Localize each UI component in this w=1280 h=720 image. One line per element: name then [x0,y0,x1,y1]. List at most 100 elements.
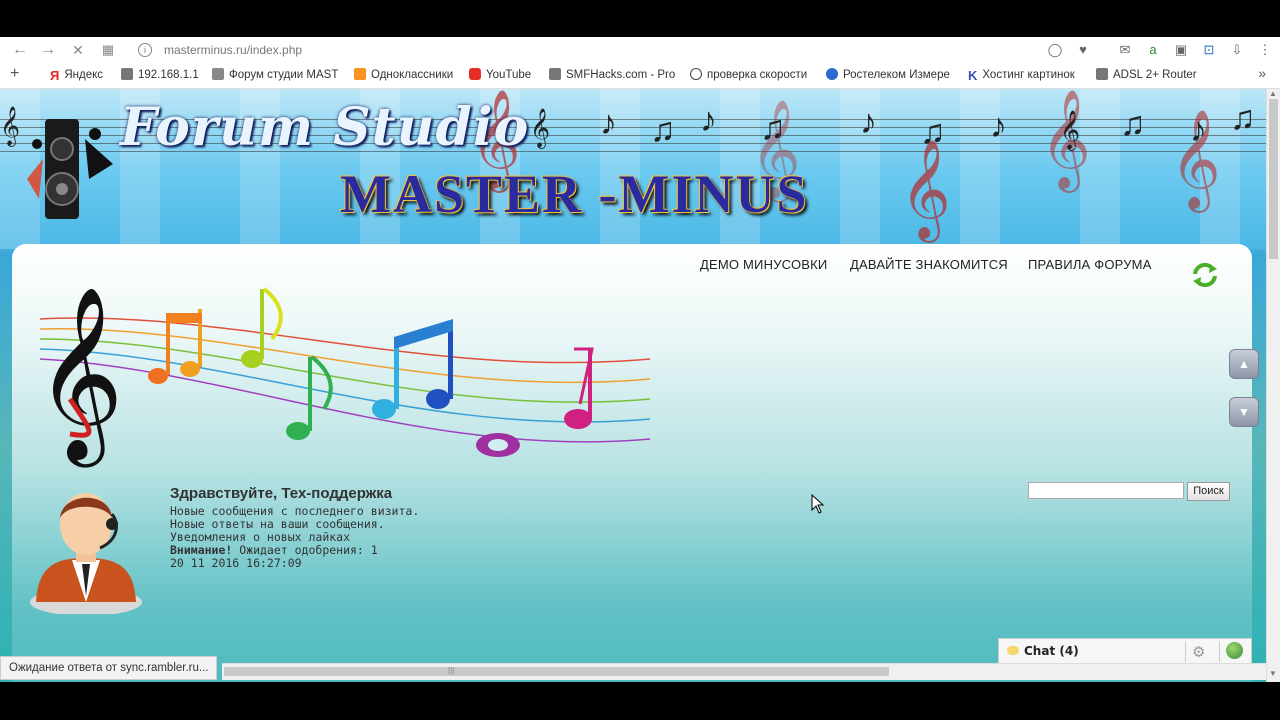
chat-bubble-icon [1007,646,1019,655]
bookmark-item[interactable]: 192.168.1.1 [121,63,199,88]
rostelecom-icon [826,68,838,80]
music-note-icon: ♫ [1230,99,1256,137]
extension-icons: ◯ ♥ ✉ a ▣ ⊡ ⇩ ⋮ [1046,37,1280,63]
grid-icon[interactable]: ▦ [98,40,118,60]
nav-demo-link[interactable]: ДЕМО МИНУСОВКИ [700,257,827,272]
shield-icon[interactable]: ◯ [1046,42,1064,58]
bookmark-item[interactable]: Я Яндекс [50,63,103,88]
search-button[interactable]: Поиск [1187,482,1230,501]
music-note-icon: ♪ [990,107,1007,145]
camera-icon[interactable]: ▣ [1172,42,1190,58]
info-icon[interactable]: i [138,43,152,57]
plus-icon[interactable]: + [10,65,19,83]
bookmark-label: Форум студии MAST [229,69,339,81]
address-bar: ← → ✕ ▦ i masterminus.ru/index.php ◯ ♥ ✉… [0,37,1280,64]
bookmark-item[interactable]: SMFHacks.com - Proc [549,63,675,88]
music-note-icon: ♫ [760,109,786,147]
music-note-icon: ♪ [600,104,617,142]
nav-meet-link[interactable]: ДАВАЙТЕ ЗНАКОМИТСЯ [850,257,1008,272]
globe-icon[interactable] [1226,642,1243,659]
music-note-icon: ♪ [1190,111,1207,149]
scrollbar-thumb[interactable] [224,667,889,676]
bookmark-label: Хостинг картинок [982,69,1075,81]
close-icon[interactable]: ✕ [68,40,88,60]
music-notes-art: 𝄞 [35,286,651,468]
bookmark-item[interactable]: Форум студии MAST [212,63,340,88]
mouse-cursor-icon [811,494,825,514]
attention-text: Ожидает одобрения: 1 [232,543,378,557]
bookmark-label: SMFHacks.com - Proc [566,69,675,81]
bookmark-item[interactable]: ADSL 2+ Router [1096,63,1197,88]
horizontal-scrollbar[interactable]: ||| [222,663,1266,680]
forward-arrow-icon[interactable]: → [38,40,58,60]
bookmark-label: Одноклассники [371,69,454,81]
brand-title: MASTER -MINUS [340,164,809,224]
bookmark-item[interactable]: K Хостинг картинок [968,63,1075,88]
music-note-icon: ♫ [920,113,946,151]
chat-toggle[interactable]: Chat (4) [1007,639,1079,664]
menu-icon[interactable]: ⋮ [1256,42,1274,58]
bookmark-item[interactable]: проверка скорости [690,63,807,88]
bookmark-label: Ростелеком Измере [843,69,950,81]
bookmark-label: 192.168.1.1 [138,69,199,81]
heart-icon[interactable]: ♥ [1074,42,1092,58]
bookmarks-bar: + Я Яндекс 192.168.1.1 Форум студии MAST … [0,63,1280,89]
bookmark-label: Яндекс [64,69,104,81]
page-viewport: 𝄞 𝄞 𝄞 𝄞 𝄞 𝄞 𝄞 ♪ ♫ ♪ ♫ ♪ ♫ ♪ 𝄞 ♫ ♪ ♫ Foru… [0,89,1266,682]
scrollbar-thumb[interactable] [1269,99,1278,259]
nav-rules-link[interactable]: ПРАВИЛА ФОРУМА [1028,257,1152,272]
divider [1219,641,1220,662]
crop-icon[interactable]: ⊡ [1200,42,1218,58]
yandex-icon: Я [50,68,60,83]
odnoklassniki-icon [354,68,366,80]
page-icon [121,68,133,80]
svg-text:𝄞: 𝄞 [35,286,124,468]
mail-icon[interactable]: ✉ [1116,42,1134,58]
bookmark-item[interactable]: Ростелеком Измере [826,63,952,88]
welcome-heading: Здравствуйте, Тех-поддержка [170,485,393,502]
letterbox-bottom [0,682,1280,720]
translate-icon[interactable]: a [1144,42,1162,58]
speaker-logo [27,119,113,219]
back-arrow-icon[interactable]: ← [10,40,30,60]
scroll-up-button[interactable]: ▲ [1229,349,1259,379]
music-note-icon: ♪ [700,101,717,139]
user-info: Новые сообщения с последнего визита. Нов… [170,505,419,570]
attention-label: Внимание! [170,543,233,557]
bookmark-label: YouTube [486,69,532,81]
refresh-icon[interactable] [1190,260,1220,290]
speedometer-icon [690,68,702,80]
chat-label: Chat (4) [1024,644,1079,658]
divider [1185,641,1186,662]
bookmark-item[interactable]: Одноклассники [354,63,453,88]
forum-title: Forum Studio [120,97,530,158]
youtube-icon [469,68,481,80]
music-note-icon: 𝄞 [530,109,551,147]
grip-icon: ||| [448,666,455,675]
gear-icon[interactable]: ⚙ [1192,643,1205,661]
forum-icon [212,68,224,80]
music-note-icon: ♪ [860,103,877,141]
scroll-up-arrow-icon[interactable]: ▲ [1269,89,1277,98]
page-icon [549,68,561,80]
bookmark-label: проверка скорости [707,69,808,81]
header-banner: 𝄞 𝄞 𝄞 𝄞 𝄞 𝄞 𝄞 ♪ ♫ ♪ ♫ ♪ ♫ ♪ 𝄞 ♫ ♪ ♫ Foru… [0,89,1266,249]
vertical-scrollbar[interactable]: ▲ ▼ [1266,89,1280,682]
chat-bar[interactable]: Chat (4) ⚙ [998,638,1252,665]
avatar [30,493,142,614]
scroll-down-button[interactable]: ▼ [1229,397,1259,427]
letterbox-top [0,0,1280,37]
bookmark-item[interactable]: YouTube [469,63,531,88]
music-note-icon: ♫ [650,111,676,149]
music-note-icon: 𝄞 [1060,111,1081,149]
search-input[interactable] [1028,482,1184,499]
url-field[interactable]: masterminus.ru/index.php [164,37,302,63]
chevron-right-icon[interactable]: » [1258,65,1266,81]
scroll-down-arrow-icon[interactable]: ▼ [1269,669,1277,678]
download-icon[interactable]: ⇩ [1228,42,1246,58]
music-note-icon: 𝄞 [0,107,21,145]
music-note-icon: ♫ [1120,105,1146,143]
treble-clef-icon: 𝄞 [900,139,951,239]
bookmark-label: ADSL 2+ Router [1113,69,1197,81]
page-icon [1096,68,1108,80]
